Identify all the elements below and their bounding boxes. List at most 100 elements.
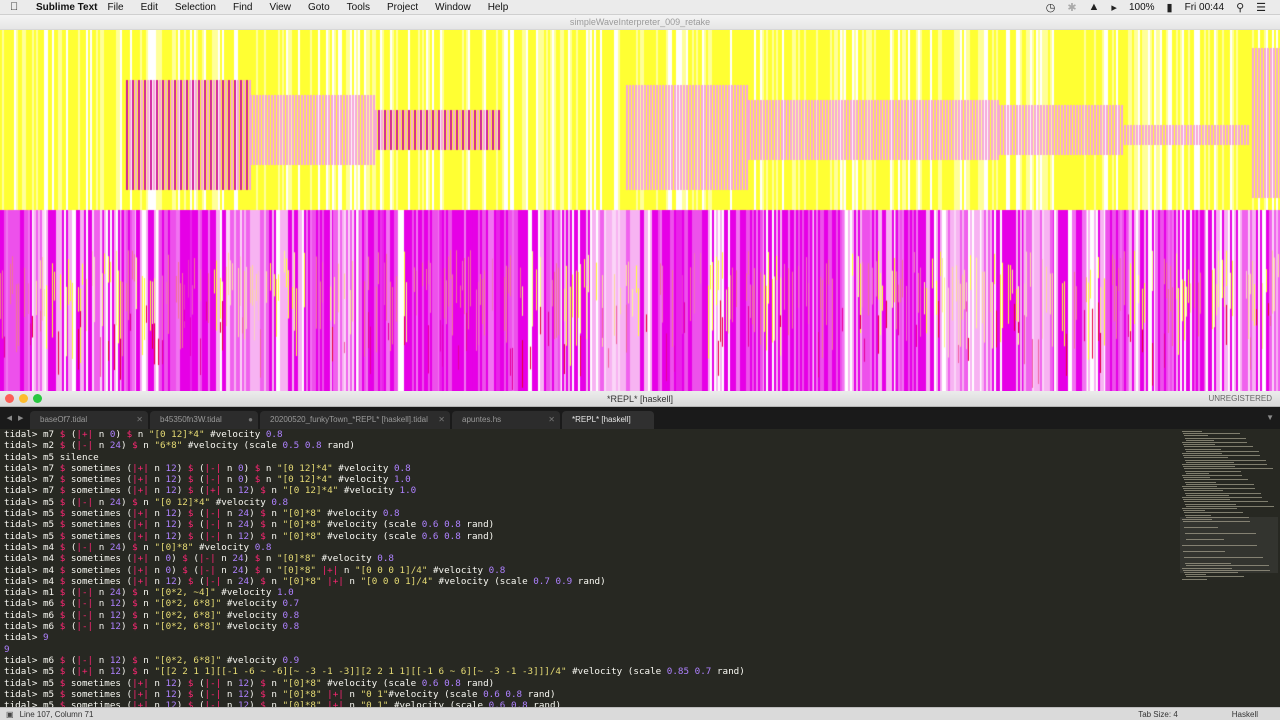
minimap-line [1182, 508, 1237, 509]
zoom-window-icon[interactable] [33, 394, 42, 403]
visualizer-canvas [0, 30, 1280, 391]
code-line[interactable]: tidal> m6 $ (|-| n 12) $ n "[0*2, 6*8]" … [4, 598, 1178, 609]
menu-window[interactable]: Window [435, 2, 471, 13]
minimap-line [1184, 479, 1248, 481]
visualizer-window: simpleWaveInterpreter_009_retake [0, 15, 1280, 391]
menu-bar:  Sublime Text File Edit Selection Find … [0, 0, 1280, 15]
minimap-line [1186, 450, 1259, 452]
unregistered-label: UNREGISTERED [1208, 394, 1272, 403]
minimap-line [1182, 453, 1222, 454]
code-line[interactable]: tidal> m5 $ (|+| n 12) $ n "[[2 2 1 1][[… [4, 666, 1178, 677]
code-line[interactable]: tidal> m4 $ (|-| n 24) $ n "[0]*8" #velo… [4, 542, 1178, 553]
menu-goto[interactable]: Goto [308, 2, 330, 13]
minimap-line [1183, 521, 1250, 523]
bluetooth-icon[interactable]: ✱ [1067, 1, 1076, 14]
minimap-line [1185, 448, 1221, 450]
panel-toggle-icon[interactable]: ▣ [6, 710, 14, 719]
time-machine-icon[interactable]: ◷ [1046, 1, 1056, 14]
minimap-line [1183, 488, 1255, 490]
minimap-line [1182, 431, 1202, 432]
code-line[interactable]: tidal> m2 $ (|-| n 24) $ n "6*8" #veloci… [4, 440, 1178, 451]
close-window-icon[interactable] [5, 394, 14, 403]
minimap-line [1183, 477, 1210, 479]
code-line[interactable]: tidal> m7 $ sometimes (|+| n 12) $ (|-| … [4, 463, 1178, 474]
code-line[interactable]: tidal> m4 $ sometimes (|+| n 0) $ (|-| n… [4, 553, 1178, 564]
close-icon[interactable]: ✕ [136, 411, 143, 429]
syntax-selector[interactable]: Haskell [1232, 710, 1258, 719]
tab-size[interactable]: Tab Size: 4 [1138, 710, 1178, 719]
tab-bar: ◀ ▶ baseOf7.tidal ✕ b45350fn3W.tidal ● 2… [0, 407, 1280, 429]
minimap-line [1186, 516, 1249, 518]
menu-selection[interactable]: Selection [175, 2, 216, 13]
code-area[interactable]: tidal> m7 $ (|+| n 0) $ n "[0 12]*4" #ve… [0, 429, 1178, 707]
code-line[interactable]: tidal> m6 $ (|-| n 12) $ n "[0*2, 6*8]" … [4, 655, 1178, 666]
volume-icon[interactable]: ▸ [1111, 1, 1117, 14]
code-line[interactable]: tidal> m7 $ sometimes (|+| n 12) $ (|+| … [4, 485, 1178, 496]
tab-apuntes[interactable]: apuntes.hs ✕ [452, 411, 560, 429]
menu-view[interactable]: View [269, 2, 291, 13]
battery-icon[interactable]: ▮ [1167, 1, 1173, 14]
wifi-icon[interactable]: ▲ [1089, 1, 1100, 13]
menu-edit[interactable]: Edit [141, 2, 158, 13]
menu-list-icon[interactable]: ☰ [1256, 1, 1266, 14]
close-icon[interactable]: ✕ [548, 411, 555, 429]
menu-project[interactable]: Project [387, 2, 418, 13]
minimap-line [1186, 461, 1234, 463]
window-title: *REPL* [haskell] [606, 394, 674, 404]
code-line[interactable]: tidal> m5 $ sometimes (|+| n 12) $ (|-| … [4, 678, 1178, 689]
tab-label: *REPL* [haskell] [572, 415, 631, 424]
code-line[interactable]: tidal> m5 $ sometimes (|+| n 12) $ (|-| … [4, 519, 1178, 530]
dirty-dot-icon[interactable]: ● [248, 411, 253, 429]
code-line[interactable]: tidal> m4 $ sometimes (|+| n 12) $ (|-| … [4, 576, 1178, 587]
sublime-titlebar: *REPL* [haskell] UNREGISTERED [0, 391, 1280, 407]
minimap-line [1184, 490, 1223, 492]
minimap-line [1183, 551, 1225, 553]
code-line[interactable]: tidal> 9 [4, 632, 1178, 643]
code-line[interactable]: 9 [4, 644, 1178, 655]
minimap-line [1184, 512, 1243, 514]
tab-label: apuntes.hs [462, 415, 502, 424]
tab-right-arrow-icon[interactable]: ▶ [18, 414, 23, 422]
code-line[interactable]: tidal> m5 $ sometimes (|+| n 12) $ (|-| … [4, 689, 1178, 700]
tab-left-arrow-icon[interactable]: ◀ [7, 414, 12, 422]
code-line[interactable]: tidal> m6 $ (|-| n 12) $ n "[0*2, 6*8]" … [4, 621, 1178, 632]
minimap-line [1186, 472, 1209, 474]
minimap-line [1183, 499, 1230, 501]
tab-b45350fn3w[interactable]: b45350fn3W.tidal ● [150, 411, 258, 429]
minimap-line [1186, 439, 1214, 441]
code-line[interactable]: tidal> m5 $ (|-| n 24) $ n "[0 12]*4" #v… [4, 497, 1178, 508]
code-line[interactable]: tidal> m5 silence [4, 452, 1178, 463]
close-icon[interactable]: ✕ [438, 411, 445, 429]
tab-dropdown-icon[interactable]: ▼ [1266, 407, 1274, 429]
menu-file[interactable]: File [108, 2, 124, 13]
tab-baseof7[interactable]: baseOf7.tidal ✕ [30, 411, 148, 429]
code-line[interactable]: tidal> m5 $ sometimes (|+| n 12) $ (|-| … [4, 700, 1178, 707]
tab-repl[interactable]: *REPL* [haskell] [562, 411, 654, 429]
code-line[interactable]: tidal> m5 $ sometimes (|+| n 12) $ (|-| … [4, 531, 1178, 542]
code-line[interactable]: tidal> m6 $ (|-| n 12) $ n "[0*2, 6*8]" … [4, 610, 1178, 621]
search-icon[interactable]: ⚲ [1236, 1, 1244, 14]
code-line[interactable]: tidal> m7 $ (|+| n 0) $ n "[0 12]*4" #ve… [4, 429, 1178, 440]
apple-icon[interactable]:  [10, 1, 28, 13]
minimap-line [1183, 510, 1205, 512]
editor[interactable]: tidal> m7 $ (|+| n 0) $ n "[0 12]*4" #ve… [0, 429, 1178, 707]
tab-label: b45350fn3W.tidal [160, 415, 222, 424]
cursor-position[interactable]: Line 107, Column 71 [20, 710, 94, 719]
code-line[interactable]: tidal> m7 $ sometimes (|+| n 12) $ (|-| … [4, 474, 1178, 485]
code-line[interactable]: tidal> m4 $ sometimes (|+| n 0) $ (|-| n… [4, 565, 1178, 576]
minimap-line [1185, 437, 1246, 439]
app-menu[interactable]: Sublime Text [36, 2, 98, 13]
menu-help[interactable]: Help [488, 2, 509, 13]
clock[interactable]: Fri 00:44 [1185, 2, 1224, 13]
code-line[interactable]: tidal> m5 $ sometimes (|+| n 12) $ (|-| … [4, 508, 1178, 519]
minimize-window-icon[interactable] [19, 394, 28, 403]
tab-label: 20200520_funkyTown_*REPL* [haskell].tida… [270, 415, 428, 424]
menu-find[interactable]: Find [233, 2, 252, 13]
minimap-line [1185, 470, 1241, 472]
tab-funkytown[interactable]: 20200520_funkyTown_*REPL* [haskell].tida… [260, 411, 450, 429]
minimap[interactable] [1178, 429, 1280, 707]
minimap-line [1182, 519, 1212, 520]
menu-tools[interactable]: Tools [347, 2, 370, 13]
code-line[interactable]: tidal> m1 $ (|-| n 24) $ n "[0*2, ~4]" #… [4, 587, 1178, 598]
minimap-line [1182, 486, 1217, 487]
